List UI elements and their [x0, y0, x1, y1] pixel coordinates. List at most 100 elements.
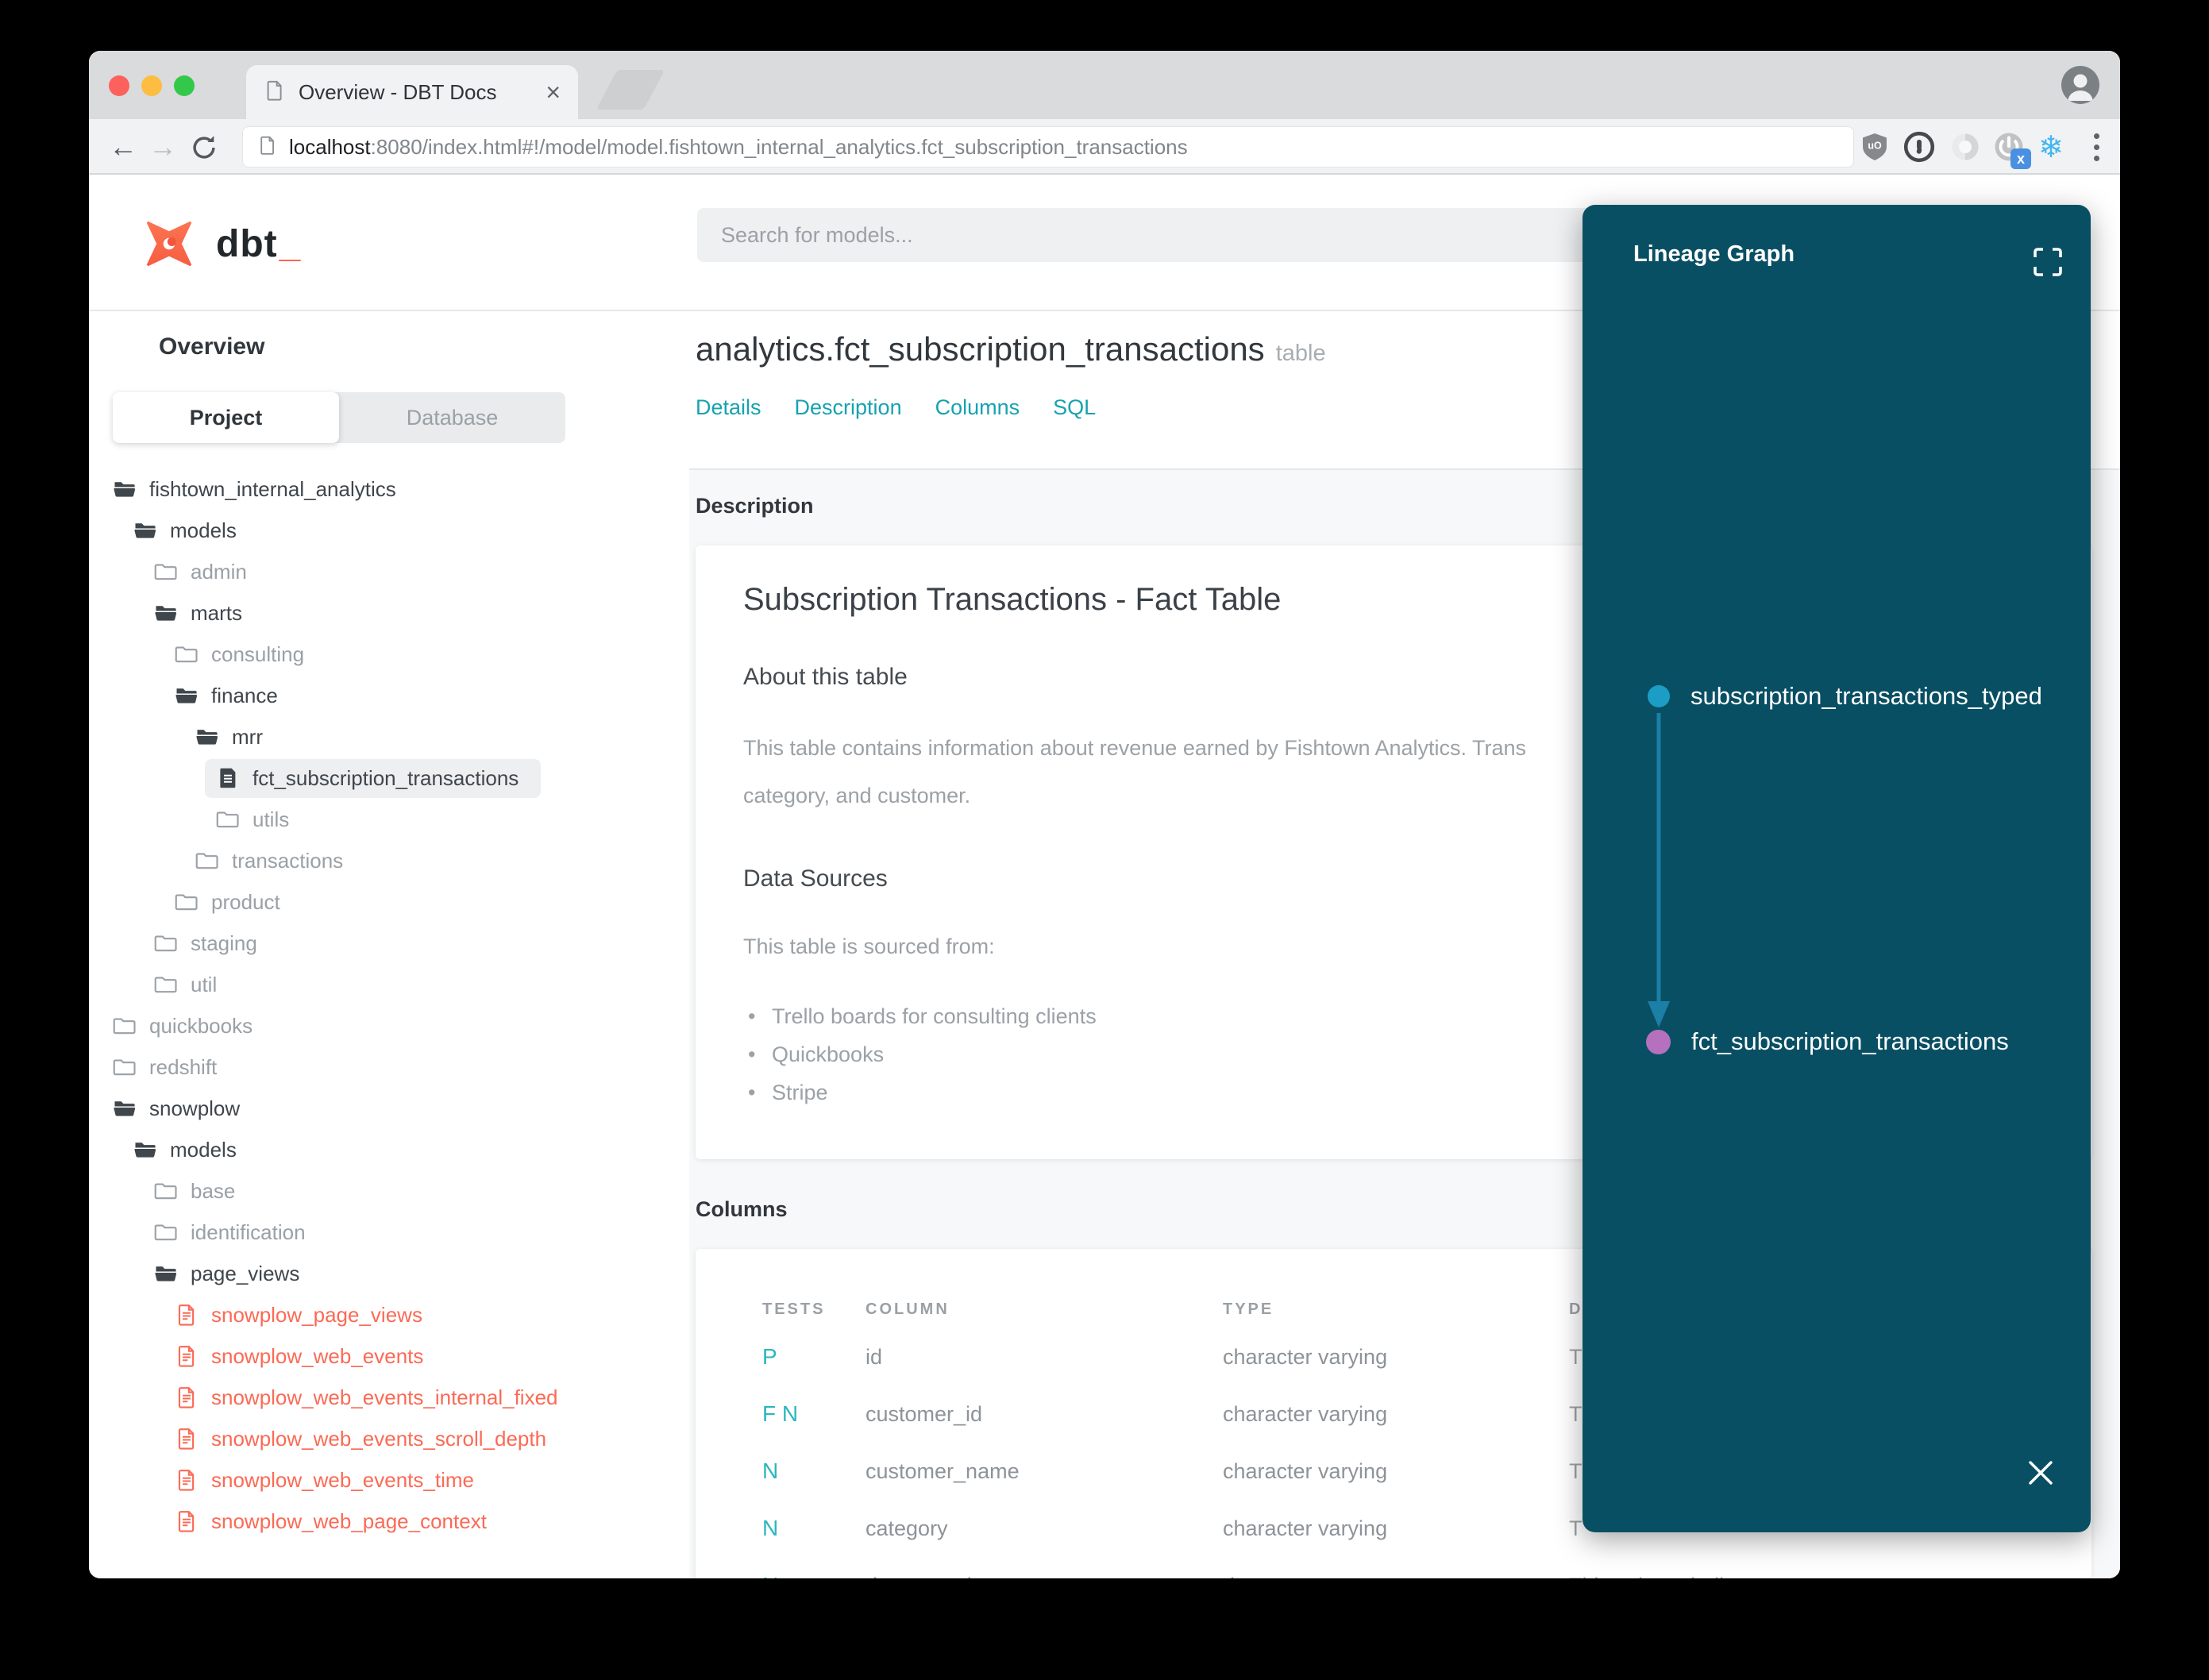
- tree-item-staging[interactable]: staging: [89, 923, 689, 964]
- new-tab-button[interactable]: [596, 70, 665, 110]
- model-nav-sql[interactable]: SQL: [1053, 395, 1096, 420]
- dbt-logo[interactable]: dbt_: [135, 210, 301, 278]
- lineage-edge-arrow: [1648, 713, 1670, 1027]
- tree-item-label: finance: [211, 683, 278, 707]
- url-host: localhost: [289, 134, 371, 159]
- browser-tab[interactable]: Overview - DBT Docs ×: [246, 65, 578, 119]
- minimize-window-button[interactable]: [141, 75, 162, 96]
- project-database-toggle: Project Database: [113, 392, 565, 443]
- folder-open-icon: [195, 725, 219, 749]
- page-favicon-icon: [264, 79, 286, 106]
- tree-item-admin[interactable]: admin: [89, 551, 689, 592]
- profile-avatar[interactable]: [2061, 66, 2099, 104]
- model-nav-description[interactable]: Description: [795, 395, 902, 420]
- tree-item-label: base: [191, 1178, 236, 1203]
- tree-item-label: quickbooks: [149, 1013, 253, 1038]
- tree-item-label: snowplow_web_page_context: [211, 1509, 487, 1533]
- tree-item-label: snowplow_web_events_scroll_depth: [211, 1426, 547, 1451]
- sidebar: Overview Project Database fishtown_intern…: [89, 313, 689, 1578]
- tree-item-fishtown_internal_analytics[interactable]: fishtown_internal_analytics: [89, 468, 689, 510]
- tab-database[interactable]: Database: [339, 392, 565, 443]
- tree-item-identification[interactable]: identification: [89, 1212, 689, 1253]
- window-controls: [109, 75, 195, 96]
- tab-close-icon[interactable]: ×: [546, 79, 561, 105]
- tree-item-quickbooks[interactable]: quickbooks: [89, 1005, 689, 1046]
- column-header-type: TYPE: [1223, 1300, 1274, 1318]
- tree-item-page_views[interactable]: page_views: [89, 1253, 689, 1294]
- lineage-node-subscription_transactions_typed[interactable]: subscription_transactions_typed: [1648, 674, 2042, 719]
- tab-circle-icon[interactable]: [1948, 129, 1983, 164]
- tree-item-snowplow_web_events_internal_fixed[interactable]: snowplow_web_events_internal_fixed: [89, 1377, 689, 1418]
- sidebar-heading-overview[interactable]: Overview: [159, 333, 689, 360]
- tree-item-product[interactable]: product: [89, 881, 689, 923]
- folder-open-icon: [154, 1262, 178, 1285]
- tree-item-snowplow_web_page_context[interactable]: snowplow_web_page_context: [89, 1501, 689, 1542]
- browser-menu-icon[interactable]: [2079, 129, 2114, 164]
- tree-item-snowplow_page_views[interactable]: snowplow_page_views: [89, 1294, 689, 1335]
- address-bar[interactable]: localhost:8080/index.html#!/model/model.…: [242, 126, 1854, 168]
- tree-item-label: utils: [253, 807, 290, 831]
- tab-project[interactable]: Project: [113, 392, 339, 443]
- browser-window: Overview - DBT Docs × ← → localhost:8080…: [89, 51, 2120, 1578]
- tree-item-fct_subscription_transactions[interactable]: fct_subscription_transactions: [89, 757, 689, 799]
- tree-item-label: snowplow: [149, 1096, 241, 1120]
- tree-item-snowplow_web_events_time[interactable]: snowplow_web_events_time: [89, 1459, 689, 1501]
- forward-icon: →: [148, 130, 177, 163]
- model-file-icon: [175, 1468, 199, 1492]
- tree-item-consulting[interactable]: consulting: [89, 634, 689, 675]
- folder-closed-icon: [154, 1179, 178, 1203]
- tree-item-label: redshift: [149, 1054, 218, 1079]
- browser-tab-strip: Overview - DBT Docs ×: [89, 51, 2120, 119]
- column-description: This column indicates ...›: [1569, 1567, 2091, 1578]
- tree-item-redshift[interactable]: redshift: [89, 1046, 689, 1088]
- dbt-logo-icon: [144, 218, 195, 269]
- url-text: localhost:8080/index.html#!/model/model.…: [289, 135, 1188, 160]
- lineage-node-dot: [1648, 685, 1670, 707]
- tree-item-snowplow_web_events_scroll_depth[interactable]: snowplow_web_events_scroll_depth: [89, 1418, 689, 1459]
- folder-open-icon: [133, 518, 157, 542]
- power-x-icon[interactable]: x: [1991, 129, 2031, 169]
- tree-item-marts[interactable]: marts: [89, 592, 689, 634]
- model-file-icon: [175, 1303, 199, 1327]
- tests-badges: F N: [762, 1401, 799, 1426]
- model-nav-columns[interactable]: Columns: [935, 395, 1020, 420]
- tree-item-snowplow[interactable]: snowplow: [89, 1088, 689, 1129]
- tree-item-label: product: [211, 889, 280, 914]
- folder-closed-icon: [195, 849, 219, 873]
- chevron-right-icon[interactable]: ›: [1895, 1567, 1904, 1578]
- tree-item-util[interactable]: util: [89, 964, 689, 1005]
- lineage-node-fct_subscription_transactions[interactable]: fct_subscription_transactions: [1646, 1019, 2009, 1064]
- model-file-icon: [175, 1344, 199, 1368]
- folder-closed-icon: [154, 1220, 178, 1244]
- folder-closed-icon: [175, 890, 199, 914]
- table-row-date_month[interactable]: Ndate_monthdateThis column indicates ...…: [762, 1557, 2091, 1578]
- tree-item-mrr[interactable]: mrr: [89, 716, 689, 757]
- tree-item-utils[interactable]: utils: [89, 799, 689, 840]
- tree-item-models[interactable]: models: [89, 510, 689, 551]
- tree-item-finance[interactable]: finance: [89, 675, 689, 716]
- tree-item-label: snowplow_web_events: [211, 1343, 424, 1368]
- model-nav-details[interactable]: Details: [696, 395, 761, 420]
- column-name: customer_name: [865, 1458, 1020, 1483]
- tree-item-label: fct_subscription_transactions: [253, 765, 519, 790]
- lineage-node-dot: [1646, 1029, 1671, 1054]
- tree-item-snowplow_web_events[interactable]: snowplow_web_events: [89, 1335, 689, 1377]
- zoom-window-button[interactable]: [174, 75, 195, 96]
- tree-item-label: identification: [191, 1220, 306, 1244]
- reload-icon[interactable]: [189, 133, 219, 167]
- tree-item-label: snowplow_web_events_internal_fixed: [211, 1385, 558, 1409]
- tree-item-transactions[interactable]: transactions: [89, 840, 689, 881]
- snowflake-icon[interactable]: ❄: [2034, 129, 2068, 164]
- folder-closed-icon: [154, 973, 178, 996]
- lineage-close-icon[interactable]: [2022, 1454, 2060, 1492]
- folder-closed-icon: [113, 1014, 137, 1038]
- back-icon[interactable]: ←: [106, 119, 141, 175]
- folder-open-icon: [154, 601, 178, 625]
- tree-item-label: staging: [191, 931, 257, 955]
- close-window-button[interactable]: [109, 75, 129, 96]
- onepassword-icon[interactable]: [1902, 129, 1937, 164]
- tree-item-models[interactable]: models: [89, 1129, 689, 1170]
- ublock-shield-icon[interactable]: uO: [1857, 129, 1892, 164]
- tree-item-base[interactable]: base: [89, 1170, 689, 1212]
- power-x-badge: x: [2010, 148, 2031, 169]
